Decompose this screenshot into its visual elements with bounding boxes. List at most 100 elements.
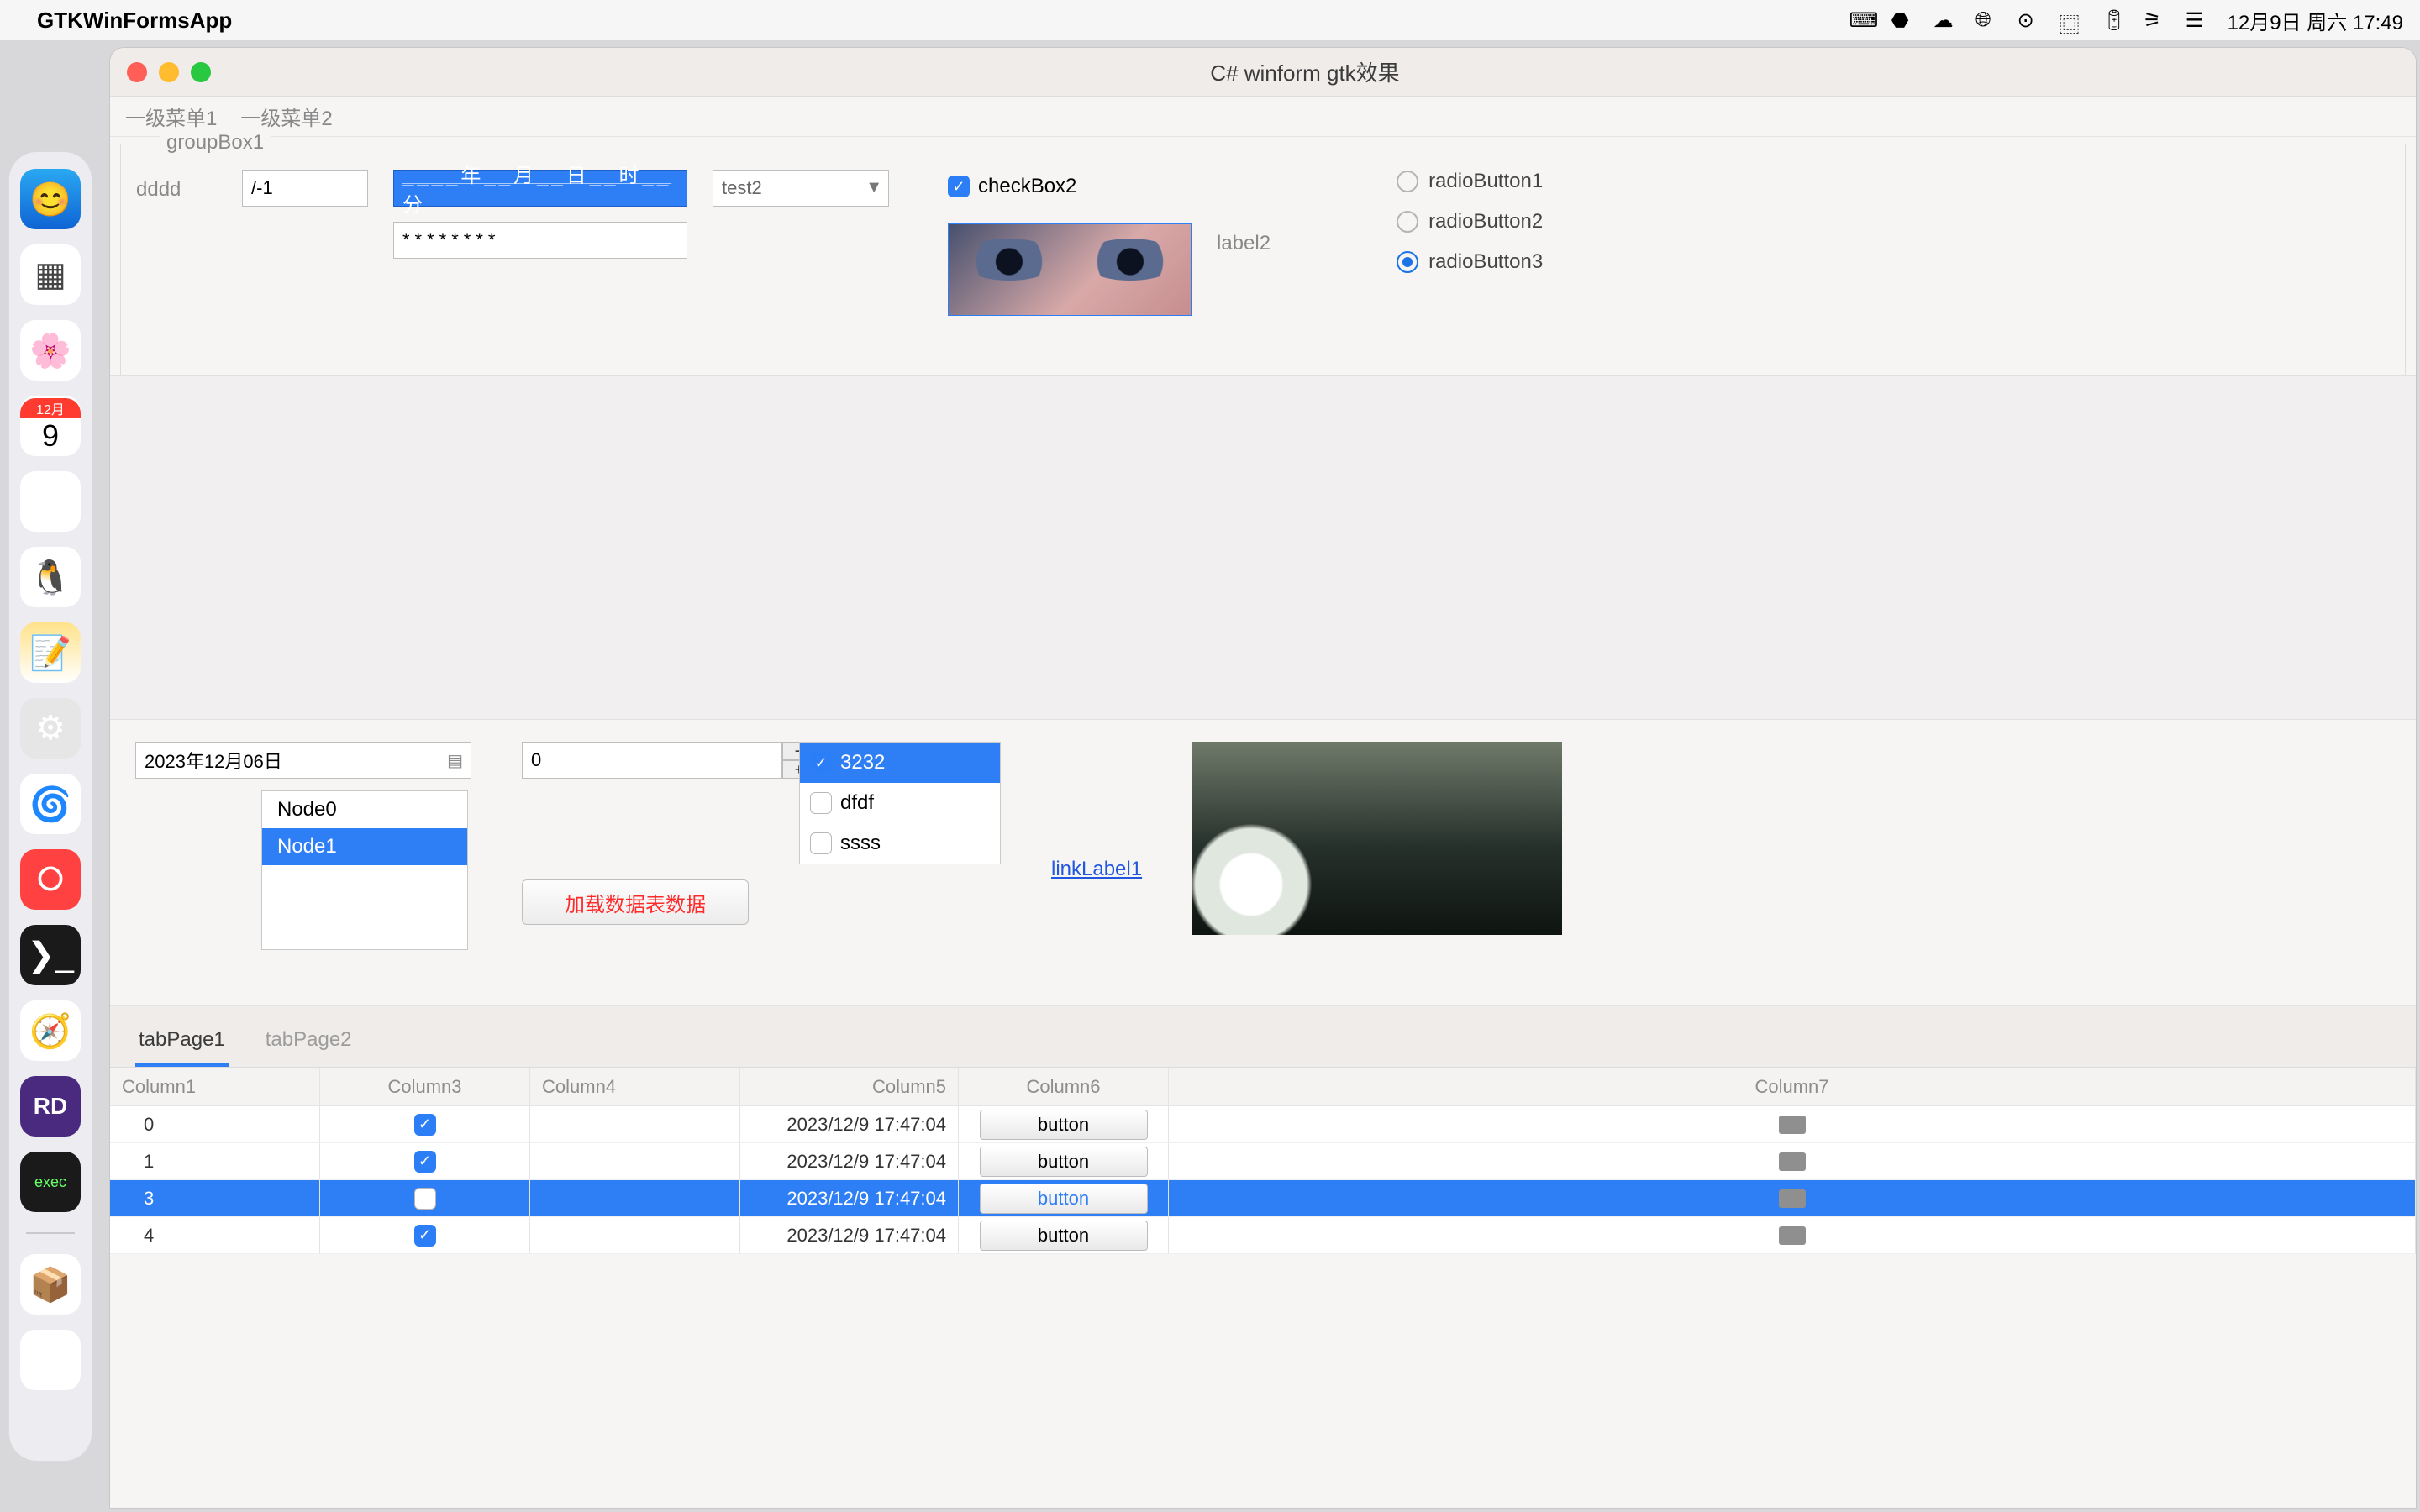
cell-image	[1169, 1143, 2416, 1179]
radiobutton1-label: radioButton1	[1428, 170, 1543, 193]
radiobutton2[interactable]	[1397, 211, 1418, 233]
linklabel1[interactable]: linkLabel1	[1051, 858, 1142, 881]
combobox-text[interactable]	[713, 170, 889, 207]
keyboard-icon[interactable]: ⌨︎	[1849, 8, 1873, 32]
globe-icon[interactable]: 🌐︎	[1975, 8, 1999, 32]
cloud-icon[interactable]: ☁︎	[1933, 8, 1957, 32]
app-window: C# winform gtk效果 一级菜单1 一级菜单2 groupBox1 d…	[109, 47, 2417, 1509]
table-row[interactable]: 4✓2023/12/9 17:47:04button	[110, 1217, 2416, 1254]
col-header-1[interactable]: Column1	[110, 1068, 320, 1105]
photos-icon[interactable]: 🌸	[20, 320, 81, 381]
menu-item-2[interactable]: 一级菜单2	[240, 102, 332, 131]
radiobutton2-label: radioButton2	[1428, 210, 1543, 234]
col-header-5[interactable]: Column5	[740, 1068, 959, 1105]
col-header-7[interactable]: Column7	[1169, 1068, 2416, 1105]
cell-checkbox[interactable]: ✓	[320, 1143, 530, 1179]
table-row[interactable]: 1✓2023/12/9 17:47:04button	[110, 1143, 2416, 1180]
empty-panel	[110, 375, 2416, 720]
datetime-masked-input[interactable]: ____年__月__日__时__分	[393, 170, 687, 207]
combobox-test2[interactable]: ▼	[713, 170, 889, 207]
textbox1[interactable]	[242, 170, 368, 207]
table-row[interactable]: 0✓ 2023/12/9 17:47:04button	[110, 1106, 2416, 1143]
titlebar[interactable]: C# winform gtk效果	[110, 48, 2416, 97]
datepicker[interactable]	[135, 742, 471, 779]
cell-col4	[530, 1143, 740, 1179]
edge-icon[interactable]: 🌀	[20, 774, 81, 834]
groupbox1: groupBox1 dddd ____年__月__日__时__分 ▼ ✓ che…	[120, 144, 2406, 375]
cell-col5: 2023/12/9 17:47:04	[740, 1106, 959, 1142]
traffic-lights	[127, 62, 211, 82]
wifi-icon[interactable]: ⚞	[2144, 8, 2167, 32]
todesk-icon[interactable]: ⭘	[20, 849, 81, 910]
cell-checkbox[interactable]: ✓	[320, 1180, 530, 1216]
col-header-6[interactable]: Column6	[959, 1068, 1169, 1105]
control-center-icon[interactable]: ☰	[2186, 8, 2209, 32]
picturebox-landscape	[1192, 742, 1562, 935]
minimize-icon[interactable]	[159, 62, 179, 82]
settings-icon[interactable]: ⚙︎	[20, 698, 81, 759]
rider-icon[interactable]: RD	[20, 1076, 81, 1137]
tab-page1[interactable]: tabPage1	[135, 1020, 229, 1067]
load-data-button[interactable]: 加载数据表数据	[522, 879, 749, 925]
downloads-icon[interactable]: 📦	[20, 1254, 81, 1315]
tab-page2[interactable]: tabPage2	[262, 1020, 355, 1067]
cell-col5: 2023/12/9 17:47:04	[740, 1143, 959, 1179]
qq-icon[interactable]: 🐧	[20, 547, 81, 607]
datagridview[interactable]: Column1 Column3 Column4 Column5 Column6 …	[110, 1067, 2416, 1254]
menu-item-1[interactable]: 一级菜单1	[125, 102, 217, 131]
col-header-4[interactable]: Column4	[530, 1068, 740, 1105]
calendar-icon[interactable]: 12月9	[20, 396, 81, 456]
label2: label2	[1217, 223, 1270, 255]
checklist-check-1[interactable]: ✓	[810, 792, 832, 814]
radiobutton3[interactable]	[1397, 251, 1418, 273]
checkbox2[interactable]: ✓	[948, 176, 970, 197]
calendar-icon[interactable]: ▤	[447, 750, 463, 771]
exec-icon[interactable]: exec	[20, 1152, 81, 1212]
ime-icon[interactable]: ⿴	[2060, 8, 2083, 32]
system-tray: ⌨︎ ⬣ ☁︎ 🌐︎ ⊙ ⿴ 🔋︎ ⚞ ☰ 12月9日 周六 17:49	[1849, 6, 2403, 35]
terminal-icon[interactable]: ❯_	[20, 925, 81, 985]
checked-listbox[interactable]: ✓3232 ✓dfdf ✓ssss	[799, 742, 1001, 864]
clock[interactable]: 12月9日 周六 17:49	[2228, 6, 2403, 35]
cell-col1: 0	[110, 1106, 320, 1142]
numeric-updown[interactable]	[522, 742, 782, 779]
battery-icon[interactable]: 🔋︎	[2102, 8, 2125, 32]
launchpad-icon[interactable]: ▦	[20, 244, 81, 305]
controls-panel: ▤ Node0 Node1 − + 加载数据表数据 ✓3232 ✓dfdf ✓s…	[110, 720, 2416, 1005]
cell-col1: 3	[110, 1180, 320, 1216]
checklist-check-2[interactable]: ✓	[810, 832, 832, 854]
cell-button[interactable]: button	[959, 1106, 1169, 1142]
tree-node-0[interactable]: Node0	[262, 791, 467, 828]
cell-col4	[530, 1106, 740, 1142]
close-icon[interactable]	[127, 62, 147, 82]
cell-checkbox[interactable]: ✓	[320, 1217, 530, 1253]
checklist-item-0[interactable]: ✓3232	[800, 743, 1000, 783]
treeview[interactable]: Node0 Node1	[261, 790, 468, 950]
checklist-item-1[interactable]: ✓dfdf	[800, 783, 1000, 823]
finder-icon[interactable]: 😊	[20, 169, 81, 229]
table-row[interactable]: 3✓2023/12/9 17:47:04button	[110, 1180, 2416, 1217]
radiobutton1[interactable]	[1397, 171, 1418, 192]
reminders-icon[interactable]: ☰	[20, 471, 81, 532]
tabcontrol: tabPage1 tabPage2 Column1 Column3 Column…	[110, 1005, 2416, 1254]
app-name[interactable]: GTKWinFormsApp	[37, 8, 232, 34]
tree-node-1[interactable]: Node1	[262, 828, 467, 865]
cell-button[interactable]: button	[959, 1180, 1169, 1216]
safari-icon[interactable]: 🧭	[20, 1000, 81, 1061]
cell-checkbox[interactable]: ✓	[320, 1106, 530, 1142]
col-header-3[interactable]: Column3	[320, 1068, 530, 1105]
notes-icon[interactable]: 📝	[20, 622, 81, 683]
cell-col4	[530, 1180, 740, 1216]
cell-image	[1169, 1217, 2416, 1253]
shield-icon[interactable]: ⬣	[1891, 8, 1915, 32]
cell-button[interactable]: button	[959, 1143, 1169, 1179]
maximize-icon[interactable]	[191, 62, 211, 82]
play-icon[interactable]: ⊙	[2018, 8, 2041, 32]
macos-menubar: GTKWinFormsApp ⌨︎ ⬣ ☁︎ 🌐︎ ⊙ ⿴ 🔋︎ ⚞ ☰ 12月…	[0, 0, 2420, 40]
chevron-down-icon[interactable]: ▼	[865, 178, 882, 197]
cell-button[interactable]: button	[959, 1217, 1169, 1253]
checklist-check-0[interactable]: ✓	[810, 752, 832, 774]
trash-icon[interactable]: 🗑︎	[20, 1330, 81, 1390]
checklist-item-2[interactable]: ✓ssss	[800, 823, 1000, 864]
password-input[interactable]	[393, 222, 687, 259]
